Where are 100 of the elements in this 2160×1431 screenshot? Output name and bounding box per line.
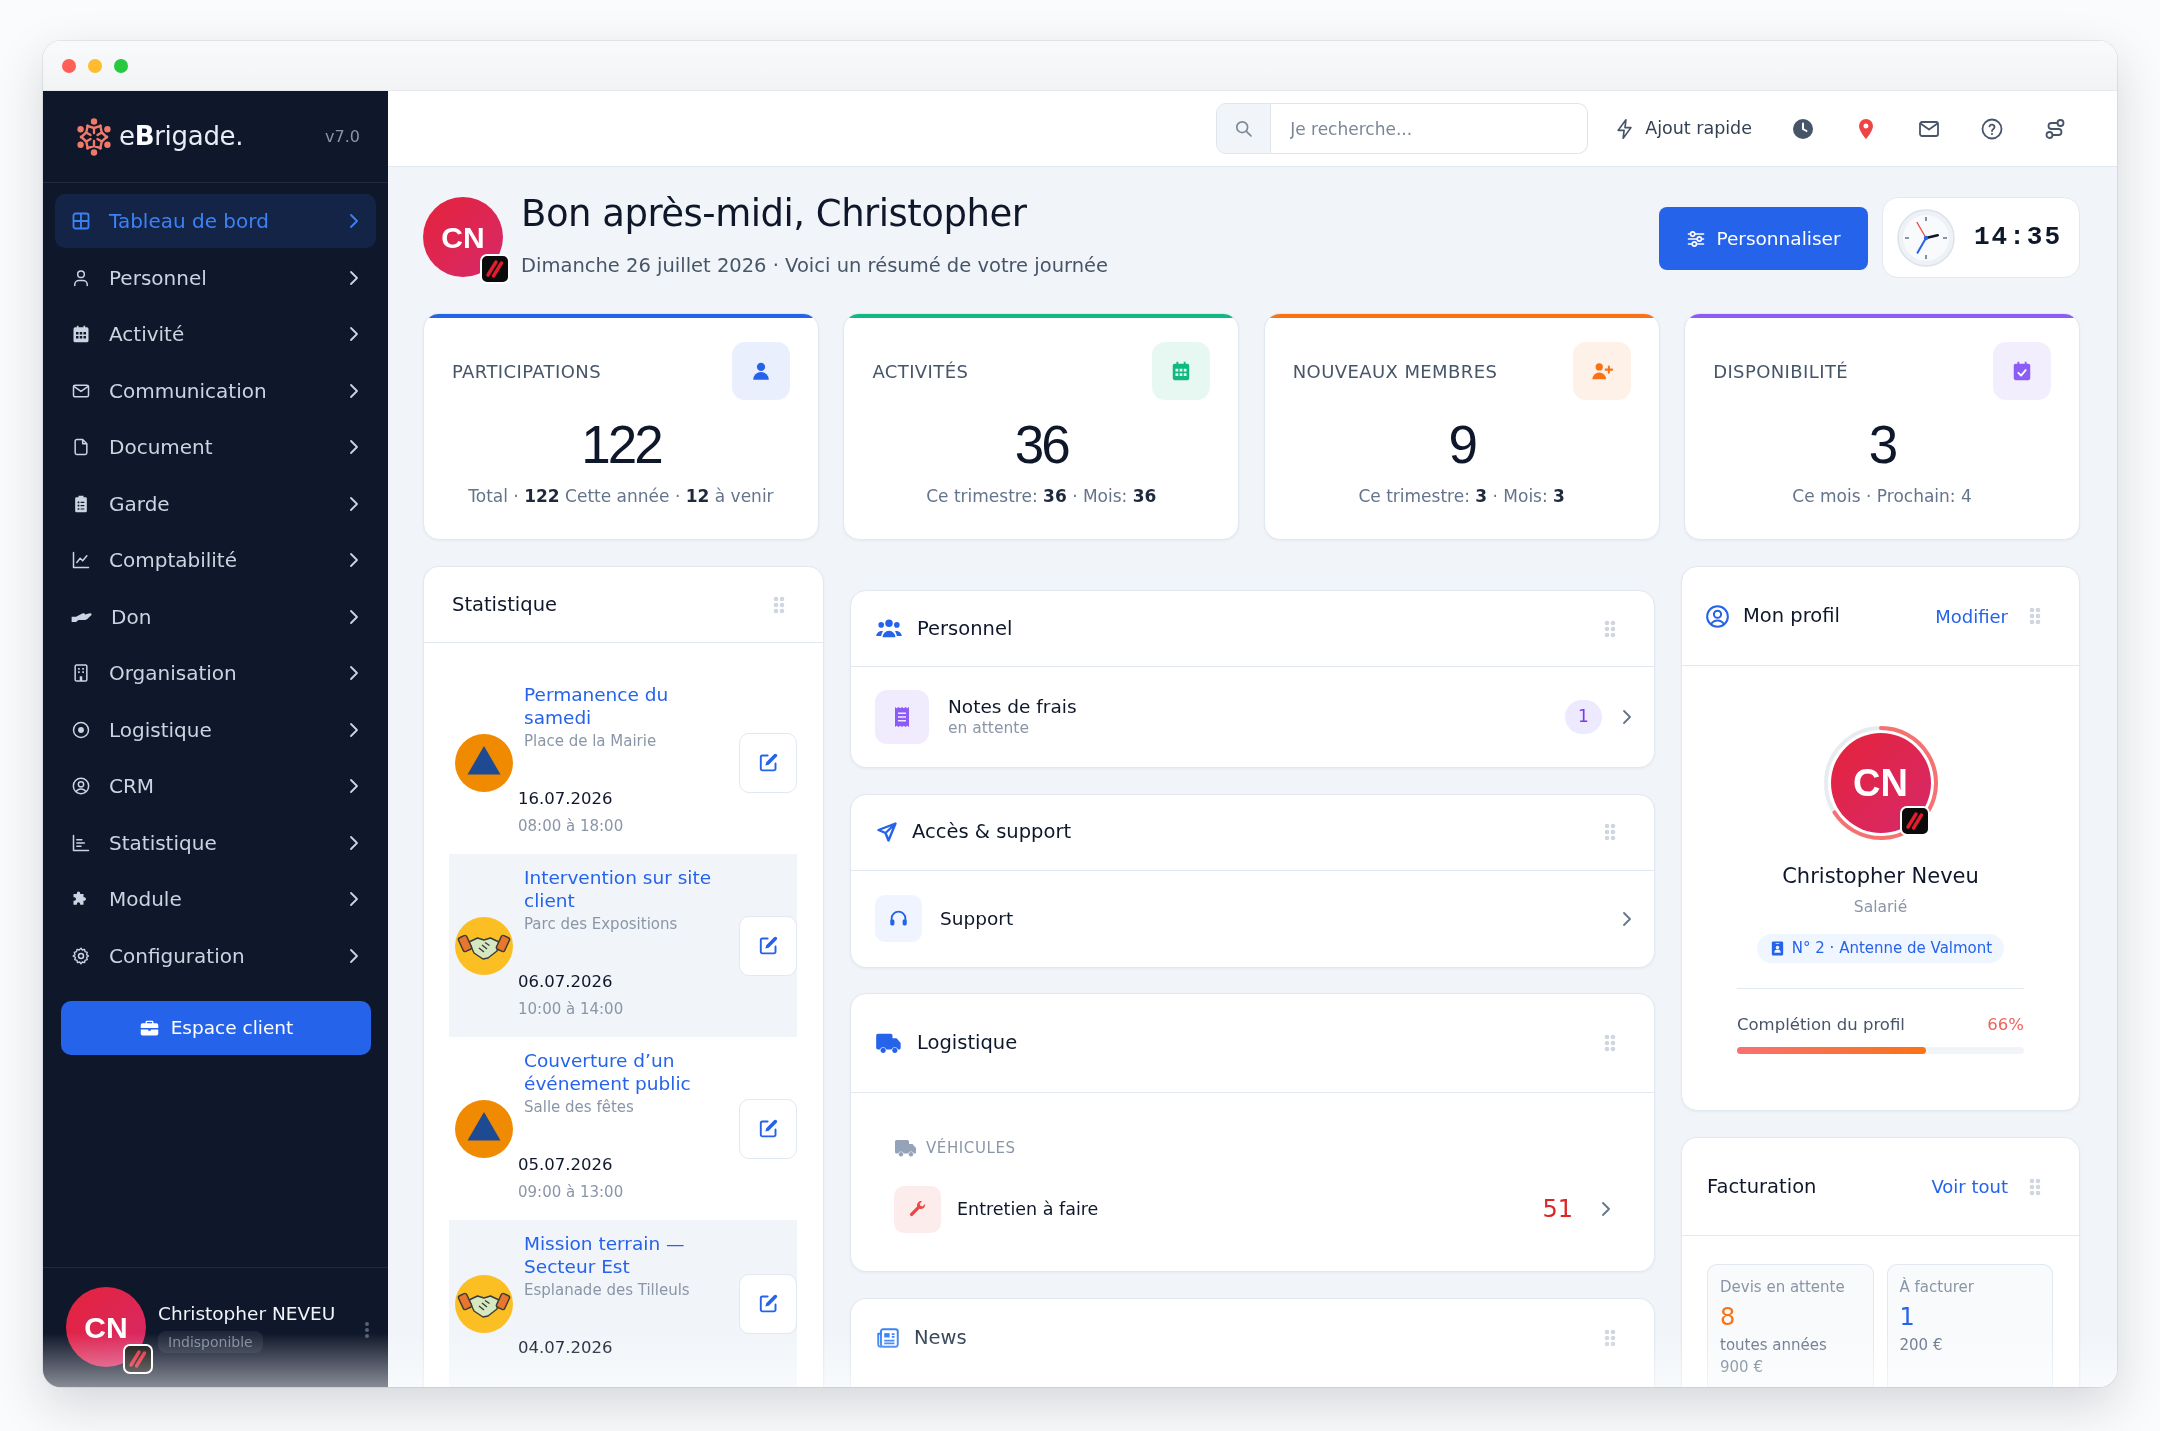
chevron-icon <box>349 269 359 286</box>
event-title[interactable]: Intervention sur site client <box>524 865 739 912</box>
sidebar-item[interactable]: Document <box>55 420 376 474</box>
stat-detail: Ce trimestre: 3 · Mois: 3 <box>1357 485 1566 507</box>
building-icon <box>71 663 91 683</box>
tile-note: toutes années <box>1720 1335 1828 1355</box>
sidebar-item[interactable]: Organisation <box>55 646 376 700</box>
edit-icon <box>757 935 779 956</box>
sidebar-item[interactable]: Activité <box>55 307 376 361</box>
tile-value: 8 <box>1720 1303 1737 1331</box>
sidebar-item[interactable]: Garde <box>55 476 376 531</box>
send-icon <box>875 820 899 844</box>
edit-button[interactable] <box>739 915 797 976</box>
tile-amount: 900 € <box>1720 1357 1764 1377</box>
drag-handle-icon[interactable] <box>1604 619 1616 638</box>
stripes-badge-icon <box>123 1344 153 1374</box>
completion-value: 66% <box>1987 1014 2024 1036</box>
event-title[interactable]: Mission terrain — Secteur Est <box>524 1231 739 1278</box>
drag-handle-icon[interactable] <box>2029 1177 2041 1196</box>
greeting-subtitle: Dimanche 26 juillet 2026 · Voici un résumé de votre journée <box>521 254 1109 277</box>
chevron-icon <box>349 778 359 794</box>
drag-handle-icon[interactable] <box>1604 1034 1616 1052</box>
stat-value: 36 <box>1013 417 1070 473</box>
event-title[interactable]: Permanence du samedi <box>524 682 739 729</box>
drag-handle-icon[interactable] <box>773 595 785 614</box>
client-area-button[interactable]: Espace client <box>61 1001 371 1055</box>
sidebar-item[interactable]: Statistique <box>55 815 376 870</box>
stat-detail: Ce mois · Prochain: 4 <box>1791 485 1973 507</box>
see-all-link[interactable]: Voir tout <box>1931 1173 2008 1200</box>
grid-icon <box>71 211 91 231</box>
line-chart-icon <box>71 550 91 570</box>
drag-handle-icon[interactable] <box>1604 823 1616 841</box>
user-avatar: CN <box>66 1287 146 1367</box>
event-time: 09:00 à 13:00 <box>518 1182 625 1203</box>
edit-button[interactable] <box>739 732 797 793</box>
sidebar-item[interactable]: Logistique <box>55 702 376 757</box>
event-title[interactable]: Couverture d’un événement public <box>524 1048 739 1095</box>
calendar-icon <box>1152 342 1211 400</box>
bar-chart-icon <box>71 832 91 853</box>
sidebar-item[interactable]: Module <box>55 872 376 926</box>
chevron-icon <box>349 552 359 568</box>
sidebar-item[interactable]: Communication <box>55 363 376 418</box>
receipt-icon <box>875 690 929 744</box>
sidebar-item[interactable]: Don <box>55 589 376 644</box>
stripes-badge-icon <box>1899 806 1930 836</box>
sliders-icon <box>1686 228 1707 249</box>
user-icon <box>71 267 91 288</box>
chevron-icon <box>349 721 359 738</box>
sidebar-item[interactable]: Tableau de bord <box>55 194 376 248</box>
drag-handle-icon[interactable] <box>1604 1328 1616 1347</box>
event-date: 06.07.2026 <box>518 971 613 993</box>
tile-amount: 200 € <box>1899 1335 1944 1355</box>
customize-button[interactable]: Personnaliser <box>1659 207 1868 270</box>
event-place: Esplanade des Tilleuls <box>524 1280 691 1301</box>
chevron-icon <box>349 834 359 851</box>
maximize-dot-icon[interactable] <box>114 58 128 73</box>
completion-label: Complétion du profil <box>1737 1014 1905 1036</box>
analog-clock-icon <box>1897 208 1955 267</box>
route-icon[interactable] <box>2043 116 2067 141</box>
edit-button[interactable] <box>739 1273 797 1334</box>
handshake-icon <box>455 1274 513 1333</box>
row-title[interactable]: Support <box>940 907 1014 930</box>
chevron-icon <box>349 382 359 399</box>
minimize-dot-icon[interactable] <box>88 58 102 73</box>
maintenance-count: 51 <box>1542 1194 1573 1225</box>
row-title[interactable]: Entretien à faire <box>957 1198 1099 1220</box>
member-number: N° 2 · Antenne de Valmont <box>1791 938 1993 960</box>
widget-title: Accès & support <box>912 819 1072 846</box>
edit-icon <box>757 1118 779 1139</box>
profile-role: Salarié <box>1853 897 1908 917</box>
stat-value: 122 <box>580 417 662 473</box>
edit-profile-link[interactable]: Modifier <box>1935 602 2008 630</box>
dot-circle-icon <box>71 719 91 740</box>
user-circle-icon <box>1704 602 1731 630</box>
sidebar-item[interactable]: CRM <box>55 759 376 813</box>
sidebar-item[interactable]: Personnel <box>55 250 376 305</box>
close-dot-icon[interactable] <box>62 58 76 73</box>
quick-add-button[interactable]: Ajout rapide <box>1614 115 1752 142</box>
search-icon <box>1216 103 1272 154</box>
drag-handle-icon[interactable] <box>2029 607 2041 625</box>
chevron-icon <box>349 947 359 964</box>
stat-detail: Ce trimestre: 36 · Mois: 36 <box>925 485 1158 507</box>
clock-icon[interactable] <box>1791 116 1815 141</box>
event-place: Salle des fêtes <box>524 1097 635 1118</box>
hand-icon <box>71 610 93 623</box>
event-time: 08:00 à 18:00 <box>518 816 625 837</box>
stat-value: 3 <box>1867 417 1897 473</box>
row-title[interactable]: Notes de frais <box>948 696 1077 718</box>
user-name: Christopher NEVEU <box>158 1303 337 1325</box>
user-plus-icon <box>1572 342 1631 400</box>
more-options-icon[interactable] <box>364 1321 370 1339</box>
event-place: Place de la Mairie <box>524 731 658 752</box>
stat-label: PARTICIPATIONS <box>452 359 601 384</box>
help-icon[interactable] <box>1980 116 2004 141</box>
chevron-icon <box>349 608 359 625</box>
calendar-check-icon <box>1993 342 2051 400</box>
sidebar-item[interactable]: Comptabilité <box>55 533 376 587</box>
clock-time: 14:35 <box>1974 221 2062 254</box>
edit-button[interactable] <box>739 1098 797 1159</box>
sidebar-item[interactable]: Configuration <box>55 928 376 983</box>
